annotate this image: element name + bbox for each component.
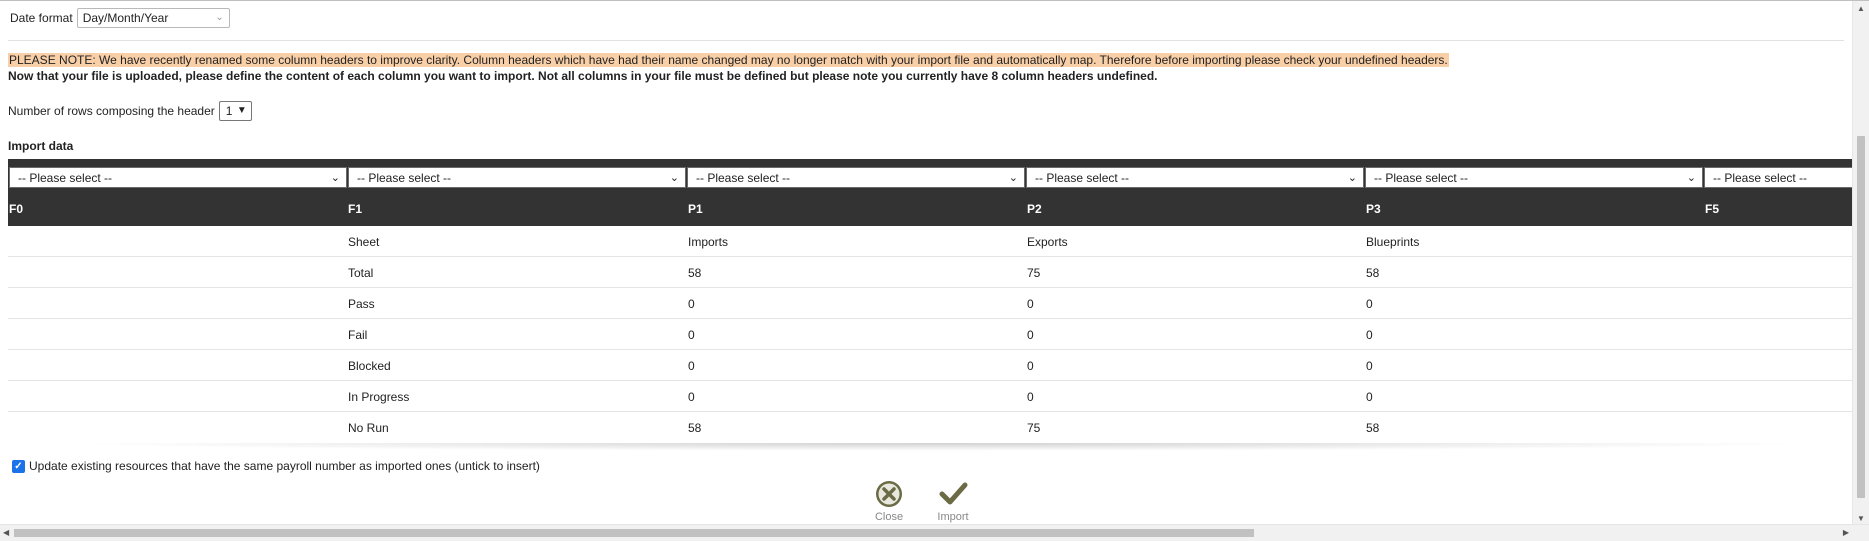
table-cell: Imports: [688, 235, 729, 249]
select-placeholder: -- Please select --: [1035, 170, 1130, 185]
horizontal-scroll-thumb[interactable]: [14, 529, 1254, 537]
table-row: Blocked 0 0 0: [8, 350, 1853, 381]
column-header: P1: [688, 202, 703, 216]
table-row: No Run 58 75 58: [8, 412, 1853, 442]
table-cell: 75: [1027, 266, 1041, 280]
scroll-right-icon[interactable]: ▶: [1843, 528, 1849, 537]
table-row: Fail 0 0 0: [8, 319, 1853, 350]
table-cell: 0: [688, 359, 695, 373]
column-select-p1[interactable]: -- Please select -- ⌄: [687, 167, 1025, 188]
column-header: P3: [1366, 202, 1381, 216]
table-cell: Blocked: [348, 359, 391, 373]
column-header: F5: [1705, 202, 1720, 216]
table-cell: 0: [1366, 328, 1373, 342]
column-select-f5[interactable]: -- Please select --: [1704, 167, 1853, 188]
scroll-up-icon[interactable]: ▲: [1857, 4, 1865, 13]
table-cell: 58: [688, 421, 702, 435]
import-dialog: Date format Day/Month/Year ⌄ PLEASE NOTE…: [0, 0, 1869, 541]
notice-highlight: PLEASE NOTE: We have recently renamed so…: [8, 53, 1449, 67]
table-cell: 0: [1366, 359, 1373, 373]
table-cell: Pass: [348, 297, 375, 311]
table-cell: 0: [1366, 390, 1373, 404]
table-cell: Fail: [348, 328, 368, 342]
select-placeholder: -- Please select --: [357, 170, 452, 185]
vertical-scroll-thumb[interactable]: [1857, 136, 1865, 498]
table-row: Total 58 75 58: [8, 257, 1853, 288]
table-cell: In Progress: [348, 390, 410, 404]
divider: [8, 40, 1844, 41]
table-cell: Blueprints: [1366, 235, 1420, 249]
update-existing-option: ✓ Update existing resources that have th…: [12, 459, 540, 473]
column-header: F1: [348, 202, 363, 216]
import-button[interactable]: Import: [934, 479, 972, 523]
chevron-down-icon: ⌄: [330, 172, 340, 184]
column-select-p3[interactable]: -- Please select -- ⌄: [1365, 167, 1703, 188]
table-cell: 0: [1027, 390, 1034, 404]
table-cell: Total: [348, 266, 374, 280]
scroll-left-icon[interactable]: ◀: [3, 528, 9, 537]
table-cell: 0: [1366, 297, 1373, 311]
table-cell: 0: [1027, 328, 1034, 342]
table-cell: Sheet: [348, 235, 380, 249]
table-cell: 0: [1027, 359, 1034, 373]
date-format-select[interactable]: Day/Month/Year ⌄: [76, 8, 230, 28]
column-select-f1[interactable]: -- Please select -- ⌄: [348, 167, 686, 188]
chevron-down-icon: ⌄: [1347, 172, 1357, 184]
scroll-down-icon[interactable]: ▼: [1857, 514, 1865, 523]
close-button-label: Close: [874, 511, 904, 523]
header-rows-label: Number of rows composing the header: [8, 104, 215, 118]
header-rows-row: Number of rows composing the header 1 ▼: [8, 101, 252, 121]
column-header-row: F0 F1 P1 P2 P3 F5: [8, 192, 1853, 226]
select-placeholder: -- Please select --: [696, 170, 791, 185]
table-cell: 58: [688, 266, 702, 280]
chevron-down-icon: ⌄: [1686, 172, 1696, 184]
update-existing-checkbox[interactable]: ✓: [12, 459, 25, 473]
import-table: -- Please select -- ⌄ -- Please select --…: [8, 159, 1853, 449]
table-row: In Progress 0 0 0: [8, 381, 1853, 412]
date-format-value: Day/Month/Year: [82, 11, 169, 25]
checkmark-icon: [934, 479, 972, 509]
table-cell: 58: [1366, 421, 1380, 435]
table-shadow: [60, 443, 1820, 451]
column-select-f0[interactable]: -- Please select -- ⌄: [9, 167, 347, 188]
table-cell: 0: [688, 390, 695, 404]
table-cell: 58: [1366, 266, 1380, 280]
select-placeholder: -- Please select --: [1374, 170, 1469, 185]
table-cell: No Run: [348, 421, 389, 435]
vertical-scrollbar[interactable]: ▲ ▼: [1852, 1, 1869, 525]
table-cell: 0: [688, 297, 695, 311]
horizontal-scrollbar[interactable]: ◀ ▶: [0, 524, 1869, 541]
table-body: Sheet Imports Exports Blueprints Total 5…: [8, 226, 1853, 442]
import-button-label: Import: [937, 511, 969, 523]
date-format-row: Date format Day/Month/Year ⌄: [10, 7, 230, 29]
rename-notice: PLEASE NOTE: We have recently renamed so…: [8, 52, 1449, 68]
chevron-down-icon: ⌄: [215, 12, 224, 23]
close-button[interactable]: Close: [870, 479, 908, 523]
column-header: F0: [9, 202, 24, 216]
notice-instruction: Now that your file is uploaded, please d…: [8, 69, 1158, 83]
table-cell: 0: [688, 328, 695, 342]
table-cell: 75: [1027, 421, 1041, 435]
chevron-down-icon: ⌄: [1008, 172, 1018, 184]
column-select-bar: -- Please select -- ⌄ -- Please select --…: [8, 159, 1853, 193]
update-existing-label: Update existing resources that have the …: [29, 459, 540, 473]
header-rows-value: 1: [225, 104, 233, 118]
select-placeholder: -- Please select --: [18, 170, 113, 185]
chevron-down-icon: ⌄: [669, 172, 679, 184]
table-row: Sheet Imports Exports Blueprints: [8, 226, 1853, 257]
chevron-down-icon: ▼: [236, 105, 247, 116]
column-select-p2[interactable]: -- Please select -- ⌄: [1026, 167, 1364, 188]
select-placeholder: -- Please select --: [1713, 170, 1808, 185]
dialog-actions: Close Import: [870, 479, 972, 523]
table-cell: Exports: [1027, 235, 1068, 249]
date-format-label: Date format: [10, 11, 73, 25]
import-data-title: Import data: [8, 139, 74, 153]
table-cell: 0: [1027, 297, 1034, 311]
column-header: P2: [1027, 202, 1042, 216]
header-rows-select[interactable]: 1 ▼: [218, 101, 252, 121]
close-circle-icon: [870, 479, 908, 509]
table-row: Pass 0 0 0: [8, 288, 1853, 319]
